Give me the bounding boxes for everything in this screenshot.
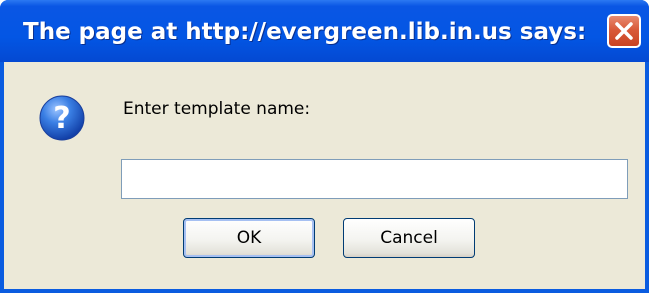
prompt-label: Enter template name:	[123, 99, 311, 119]
cancel-button[interactable]: Cancel	[343, 218, 475, 258]
dialog-title: The page at http://evergreen.lib.in.us s…	[23, 19, 587, 45]
prompt-dialog: The page at http://evergreen.lib.in.us s…	[0, 0, 649, 293]
title-bar[interactable]: The page at http://evergreen.lib.in.us s…	[0, 0, 649, 62]
dialog-body: ? Enter template name: OK Cancel	[4, 62, 645, 289]
question-icon: ?	[39, 95, 85, 141]
template-name-input[interactable]	[121, 159, 628, 199]
svg-text:?: ?	[53, 101, 70, 136]
close-button[interactable]	[607, 14, 641, 48]
close-icon	[615, 22, 633, 40]
ok-button[interactable]: OK	[183, 218, 315, 258]
